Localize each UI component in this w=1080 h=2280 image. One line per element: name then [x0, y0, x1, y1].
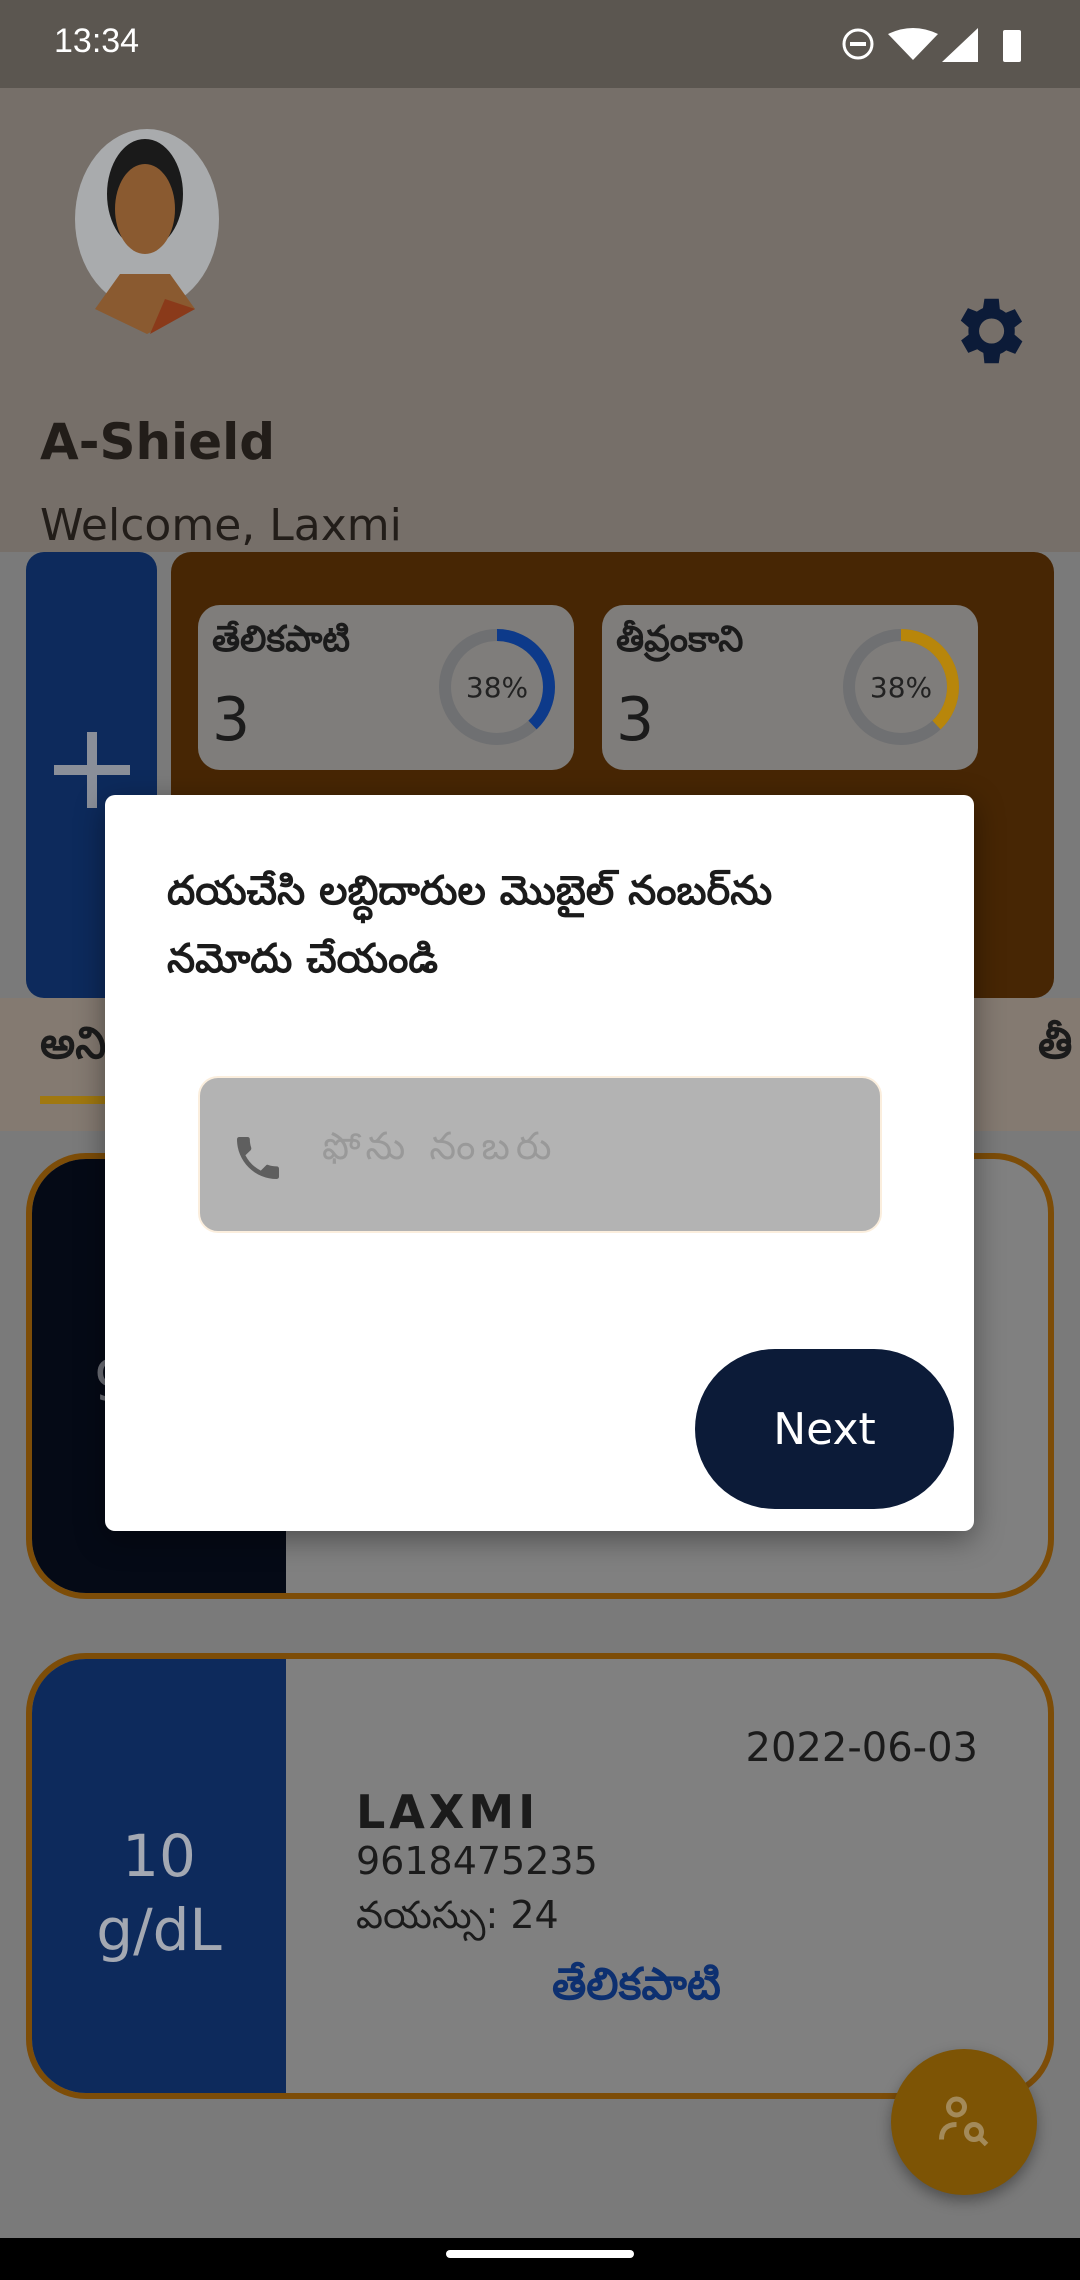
phone-entry-dialog: దయచేసి లబ్ధిదారుల మొబైల్ నంబర్‌ను నమోదు … — [105, 795, 974, 1531]
stat-card-mild[interactable]: తేలికపాటి 3 38% — [198, 605, 574, 770]
beneficiary-phone: 9618475235 — [356, 1839, 598, 1883]
beneficiary-age: వయస్సు: 24 — [356, 1893, 559, 1937]
clock: 13:34 — [54, 22, 140, 60]
header: A-Shield Welcome, Laxmi — [0, 88, 1080, 552]
dialog-title: దయచేసి లబ్ధిదారుల మొబైల్ నంబర్‌ను నమోదు … — [167, 868, 773, 982]
test-date: 2022-06-03 — [745, 1725, 978, 1771]
status-icons — [842, 28, 1021, 62]
tab-all[interactable]: అని — [40, 1018, 106, 1080]
navigation-bar — [0, 2238, 1080, 2280]
beneficiary-card[interactable]: 10 g/dL 2022-06-03 LAXMI 9618475235 వయస్… — [26, 1653, 1054, 2099]
tab-indicator — [40, 1096, 106, 1104]
phone-icon — [237, 1137, 279, 1179]
gear-icon[interactable] — [945, 288, 1031, 374]
stat-label: తీవ్రంకాని — [616, 619, 744, 660]
home-handle[interactable] — [446, 2250, 634, 2258]
percent-label: 38% — [466, 671, 528, 704]
stat-count: 3 — [616, 685, 655, 755]
welcome-text: Welcome, Laxmi — [40, 500, 402, 551]
search-beneficiary-fab[interactable] — [891, 2049, 1037, 2195]
tab-moderate[interactable]: తీ — [1038, 1018, 1072, 1080]
person-search-icon — [939, 2096, 989, 2147]
phone-placeholder: ఫోను నంబరు — [322, 1124, 558, 1168]
app-title: A-Shield — [40, 413, 276, 471]
severity-label: తేలికపాటి — [552, 1959, 721, 2010]
do-not-disturb-icon — [842, 28, 874, 60]
battery-icon — [1003, 30, 1021, 62]
signal-icon — [942, 28, 978, 62]
stat-count: 3 — [212, 685, 251, 755]
stat-card-moderate[interactable]: తీవ్రంకాని 3 38% — [602, 605, 978, 770]
avatar — [75, 129, 219, 334]
phone-number-input[interactable]: ఫోను నంబరు — [198, 1076, 882, 1233]
beneficiary-name: LAXMI — [356, 1785, 540, 1839]
progress-ring: 38% — [843, 629, 959, 745]
percent-label: 38% — [870, 671, 932, 704]
hb-unit: g/dL — [96, 1896, 222, 1964]
hb-value: 10 — [122, 1822, 196, 1890]
status-bar: 13:34 — [0, 0, 1080, 88]
wifi-icon — [888, 28, 938, 60]
stat-label: తేలికపాటి — [212, 619, 351, 660]
next-button[interactable]: Next — [695, 1349, 954, 1509]
progress-ring: 38% — [439, 629, 555, 745]
